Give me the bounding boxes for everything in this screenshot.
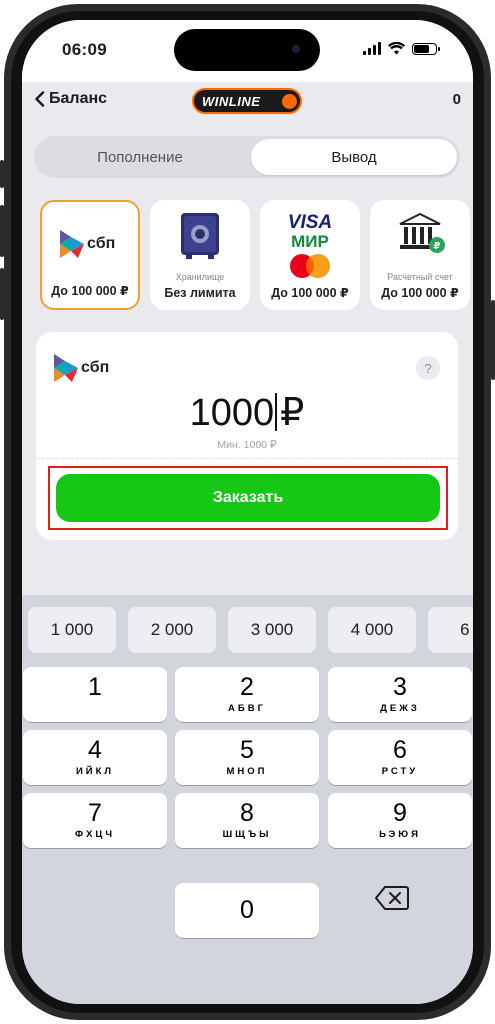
- key-9[interactable]: 9 ЬЭЮЯ: [328, 793, 472, 848]
- key-digit: 4: [88, 736, 102, 764]
- mir-logo: МИР: [291, 232, 329, 251]
- svg-text:₽: ₽: [434, 241, 441, 252]
- delete-key[interactable]: [375, 885, 415, 915]
- key-4[interactable]: 4 ИЙКЛ: [23, 730, 167, 785]
- key-letters: ЬЭЮЯ: [379, 829, 421, 840]
- method-limit: До 100 000 ₽: [271, 286, 349, 300]
- method-card-sbp[interactable]: сбп До 100 000 ₽: [40, 200, 140, 310]
- status-icons: [363, 42, 440, 55]
- quick-amount-chip[interactable]: 2 000: [128, 607, 216, 653]
- key-digit: 5: [240, 736, 254, 764]
- key-digit: 9: [393, 799, 407, 827]
- battery-icon: [412, 42, 440, 55]
- key-digit: 0: [240, 896, 254, 924]
- help-button[interactable]: ?: [416, 356, 440, 380]
- method-card-visa-mir[interactable]: VISA МИР До 100 000 ₽: [260, 200, 360, 310]
- tab-withdraw[interactable]: Вывод: [251, 139, 457, 175]
- mastercard-logo-icon: [290, 254, 330, 278]
- chevron-left-icon: [35, 91, 45, 107]
- numeric-keyboard: 1 000 2 000 3 000 4 000 6 0 1 2 АБВГ 3 Д…: [22, 595, 473, 1004]
- logo-dot: [282, 93, 297, 109]
- method-card-bank-account[interactable]: ₽ Расчетный счет До 100 000 ₽: [370, 200, 470, 310]
- visa-logo: VISA: [287, 212, 333, 233]
- balance-count: 0: [452, 91, 461, 108]
- payment-methods: сбп До 100 000 ₽ Хранилище Без лимита VI…: [40, 200, 473, 310]
- key-2[interactable]: 2 АБВГ: [175, 667, 319, 722]
- key-6[interactable]: 6 РСТУ: [328, 730, 472, 785]
- sbp-logo-icon: [60, 230, 84, 258]
- nav-bar: Баланс WINLINE 0: [22, 82, 473, 122]
- text-caret: [275, 393, 278, 431]
- key-letters: ШЩЪЫ: [222, 829, 272, 840]
- sbp-logo-text: сбп: [81, 359, 110, 376]
- status-time: 06:09: [62, 40, 107, 59]
- back-label: Баланс: [49, 90, 108, 107]
- key-digit: 2: [240, 673, 254, 701]
- key-digit: 8: [240, 799, 254, 827]
- sbp-logo: сбп: [60, 230, 115, 258]
- method-limit: До 100 000 ₽: [51, 284, 129, 298]
- key-letters: ИЙКЛ: [75, 766, 115, 777]
- quick-amount-chip[interactable]: 4 000: [328, 607, 416, 653]
- key-letters: АБВГ: [228, 703, 266, 714]
- panel-sbp-logo: сбп: [54, 354, 109, 382]
- sbp-logo-text: сбп: [87, 235, 116, 252]
- backspace-icon: [375, 886, 409, 910]
- method-limit: Без лимита: [164, 286, 236, 300]
- key-letters: МНОП: [226, 766, 268, 777]
- logo-text: WINLINE: [202, 93, 261, 109]
- status-bar: 06:09: [22, 20, 473, 82]
- highlight-frame: Заказать: [48, 466, 448, 530]
- key-digit: 7: [88, 799, 102, 827]
- screen: 06:09 Баланс WINLINE 0 Пополнение Вывод …: [22, 20, 473, 1004]
- bank-icon: ₽: [399, 212, 445, 253]
- currency-symbol: ₽: [280, 392, 305, 434]
- key-3[interactable]: 3 ДЕЖЗ: [328, 667, 472, 722]
- key-digit: 6: [393, 736, 407, 764]
- key-7[interactable]: 7 ФХЦЧ: [23, 793, 167, 848]
- method-subtitle: Расчетный счет: [387, 272, 453, 282]
- sbp-logo-icon: [54, 354, 78, 382]
- back-button[interactable]: Баланс: [34, 90, 107, 108]
- key-letters: ДЕЖЗ: [380, 703, 420, 714]
- key-8[interactable]: 8 ШЩЪЫ: [175, 793, 319, 848]
- winline-logo: WINLINE: [192, 88, 302, 114]
- quick-amount-chip[interactable]: 1 000: [28, 607, 116, 653]
- key-letters: ФХЦЧ: [74, 829, 116, 840]
- amount-input[interactable]: 1000 ₽: [36, 390, 458, 435]
- amount-value: 1000: [189, 392, 275, 434]
- wifi-icon: [388, 42, 405, 55]
- quick-amount-chips: 1 000 2 000 3 000 4 000 6 0: [22, 607, 473, 653]
- key-1[interactable]: 1: [23, 667, 167, 722]
- amount-panel: сбп ? 1000 ₽ Мин. 1000 ₽ Заказать: [36, 332, 458, 540]
- dynamic-island: [174, 29, 320, 71]
- tab-deposit[interactable]: Пополнение: [37, 139, 243, 175]
- power-button: [491, 300, 495, 380]
- tabs-segmented-control: Пополнение Вывод: [34, 136, 460, 178]
- panel-divider: [36, 458, 458, 459]
- order-button[interactable]: Заказать: [56, 474, 440, 522]
- method-card-vault[interactable]: Хранилище Без лимита: [150, 200, 250, 310]
- key-digit: 3: [393, 673, 407, 701]
- cellular-signal-icon: [363, 42, 381, 55]
- quick-amount-chip[interactable]: 6 0: [428, 607, 473, 653]
- front-camera: [292, 45, 300, 53]
- quick-amount-chip[interactable]: 3 000: [228, 607, 316, 653]
- key-5[interactable]: 5 МНОП: [175, 730, 319, 785]
- key-0[interactable]: 0: [175, 883, 319, 938]
- method-limit: До 100 000 ₽: [381, 286, 459, 300]
- method-subtitle: Хранилище: [175, 272, 225, 282]
- key-digit: 1: [88, 673, 102, 701]
- key-letters: РСТУ: [381, 766, 419, 777]
- vault-icon: [181, 213, 219, 259]
- min-amount-label: Мин. 1000 ₽: [217, 439, 277, 451]
